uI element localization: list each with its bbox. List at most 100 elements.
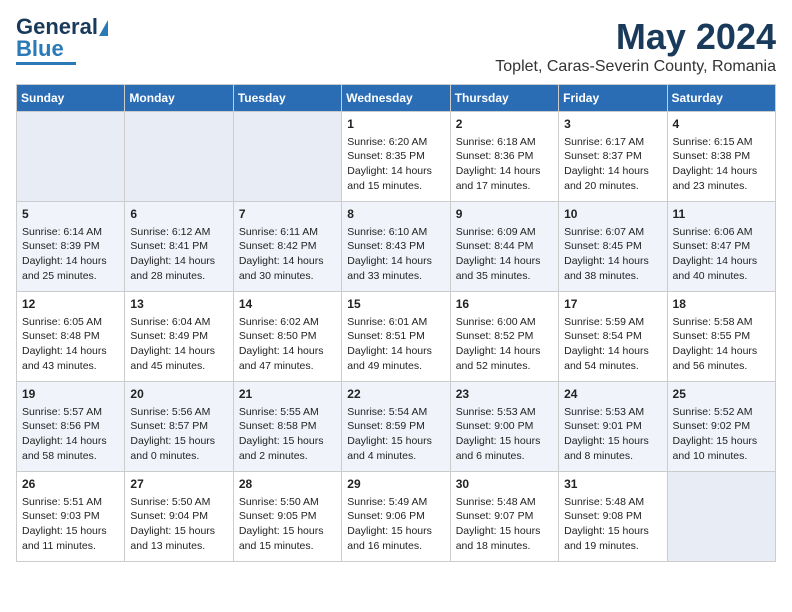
day-number: 22: [347, 386, 444, 403]
day-info: Sunrise: 5:52 AM Sunset: 9:02 PM Dayligh…: [673, 405, 770, 464]
header-day: Wednesday: [342, 85, 450, 112]
calendar-cell: 22Sunrise: 5:54 AM Sunset: 8:59 PM Dayli…: [342, 382, 450, 472]
day-info: Sunrise: 5:56 AM Sunset: 8:57 PM Dayligh…: [130, 405, 227, 464]
day-info: Sunrise: 5:53 AM Sunset: 9:00 PM Dayligh…: [456, 405, 553, 464]
calendar-table: SundayMondayTuesdayWednesdayThursdayFrid…: [16, 84, 776, 562]
calendar-cell: 14 Sunrise: 6:02 AM Sunset: 8:50 PM Dayli…: [233, 292, 341, 382]
day-info: Sunrise: 5:50 AM Sunset: 9:04 PM Dayligh…: [130, 495, 227, 554]
calendar-week: 1 Sunrise: 6:20 AM Sunset: 8:35 PM Daylig…: [17, 112, 776, 202]
day-info: Sunrise: 6:17 AM Sunset: 8:37 PM Dayligh…: [564, 135, 661, 194]
day-info: Sunrise: 5:48 AM Sunset: 9:07 PM Dayligh…: [456, 495, 553, 554]
calendar-header: SundayMondayTuesdayWednesdayThursdayFrid…: [17, 85, 776, 112]
day-info: Sunrise: 6:04 AM Sunset: 8:49 PM Dayligh…: [130, 315, 227, 374]
day-number: 7: [239, 206, 336, 223]
day-info: Sunrise: 6:02 AM Sunset: 8:50 PM Dayligh…: [239, 315, 336, 374]
calendar-cell: 13 Sunrise: 6:04 AM Sunset: 8:49 PM Dayli…: [125, 292, 233, 382]
calendar-cell: 28 Sunrise: 5:50 AM Sunset: 9:05 PM Dayli…: [233, 472, 341, 562]
calendar-cell: 17 Sunrise: 5:59 AM Sunset: 8:54 PM Dayli…: [559, 292, 667, 382]
calendar-cell: 10 Sunrise: 6:07 AM Sunset: 8:45 PM Dayli…: [559, 202, 667, 292]
day-info: Sunrise: 5:49 AM Sunset: 9:06 PM Dayligh…: [347, 495, 444, 554]
subtitle: Toplet, Caras-Severin County, Romania: [495, 58, 776, 76]
day-number: 17: [564, 296, 661, 313]
day-info: Sunrise: 6:14 AM Sunset: 8:39 PM Dayligh…: [22, 225, 119, 284]
logo-underline: [16, 62, 76, 65]
main-title: May 2024: [495, 16, 776, 58]
day-number: 21: [239, 386, 336, 403]
header-day: Tuesday: [233, 85, 341, 112]
calendar-cell: 24 Sunrise: 5:53 AM Sunset: 9:01 PM Dayli…: [559, 382, 667, 472]
day-info: Sunrise: 6:10 AM Sunset: 8:43 PM Dayligh…: [347, 225, 444, 284]
calendar-cell: 25 Sunrise: 5:52 AM Sunset: 9:02 PM Dayli…: [667, 382, 775, 472]
calendar-cell: 11 Sunrise: 6:06 AM Sunset: 8:47 PM Dayli…: [667, 202, 775, 292]
day-info: Sunrise: 6:20 AM Sunset: 8:35 PM Dayligh…: [347, 135, 444, 194]
day-number: 14: [239, 296, 336, 313]
day-number: 5: [22, 206, 119, 223]
calendar-cell: 16 Sunrise: 6:00 AM Sunset: 8:52 PM Dayli…: [450, 292, 558, 382]
calendar-cell: 7Sunrise: 6:11 AM Sunset: 8:42 PM Daylig…: [233, 202, 341, 292]
day-number: 30: [456, 476, 553, 493]
header-day: Thursday: [450, 85, 558, 112]
day-number: 31: [564, 476, 661, 493]
day-info: Sunrise: 6:09 AM Sunset: 8:44 PM Dayligh…: [456, 225, 553, 284]
day-info: Sunrise: 5:48 AM Sunset: 9:08 PM Dayligh…: [564, 495, 661, 554]
day-info: Sunrise: 6:00 AM Sunset: 8:52 PM Dayligh…: [456, 315, 553, 374]
calendar-cell: 18 Sunrise: 5:58 AM Sunset: 8:55 PM Dayli…: [667, 292, 775, 382]
logo-blue-text: Blue: [16, 38, 64, 60]
header-row: SundayMondayTuesdayWednesdayThursdayFrid…: [17, 85, 776, 112]
calendar-body: 1 Sunrise: 6:20 AM Sunset: 8:35 PM Daylig…: [17, 112, 776, 562]
day-number: 13: [130, 296, 227, 313]
calendar-cell: 1 Sunrise: 6:20 AM Sunset: 8:35 PM Daylig…: [342, 112, 450, 202]
calendar-cell: [17, 112, 125, 202]
day-info: Sunrise: 5:53 AM Sunset: 9:01 PM Dayligh…: [564, 405, 661, 464]
day-number: 8: [347, 206, 444, 223]
day-info: Sunrise: 5:50 AM Sunset: 9:05 PM Dayligh…: [239, 495, 336, 554]
calendar-cell: 31 Sunrise: 5:48 AM Sunset: 9:08 PM Dayli…: [559, 472, 667, 562]
calendar-cell: 21Sunrise: 5:55 AM Sunset: 8:58 PM Dayli…: [233, 382, 341, 472]
day-number: 27: [130, 476, 227, 493]
calendar-cell: [125, 112, 233, 202]
calendar-cell: 3 Sunrise: 6:17 AM Sunset: 8:37 PM Daylig…: [559, 112, 667, 202]
day-number: 4: [673, 116, 770, 133]
calendar-cell: 5 Sunrise: 6:14 AM Sunset: 8:39 PM Daylig…: [17, 202, 125, 292]
day-number: 26: [22, 476, 119, 493]
day-number: 1: [347, 116, 444, 133]
day-number: 29: [347, 476, 444, 493]
calendar-cell: 20Sunrise: 5:56 AM Sunset: 8:57 PM Dayli…: [125, 382, 233, 472]
calendar-cell: 23Sunrise: 5:53 AM Sunset: 9:00 PM Dayli…: [450, 382, 558, 472]
day-info: Sunrise: 5:51 AM Sunset: 9:03 PM Dayligh…: [22, 495, 119, 554]
day-info: Sunrise: 6:07 AM Sunset: 8:45 PM Dayligh…: [564, 225, 661, 284]
day-number: 25: [673, 386, 770, 403]
day-number: 16: [456, 296, 553, 313]
day-number: 2: [456, 116, 553, 133]
calendar-cell: 8 Sunrise: 6:10 AM Sunset: 8:43 PM Daylig…: [342, 202, 450, 292]
day-number: 24: [564, 386, 661, 403]
calendar-cell: 12Sunrise: 6:05 AM Sunset: 8:48 PM Dayli…: [17, 292, 125, 382]
day-number: 28: [239, 476, 336, 493]
day-number: 18: [673, 296, 770, 313]
logo-text: General: [16, 16, 108, 38]
day-info: Sunrise: 5:58 AM Sunset: 8:55 PM Dayligh…: [673, 315, 770, 374]
day-number: 10: [564, 206, 661, 223]
day-number: 6: [130, 206, 227, 223]
header-day: Friday: [559, 85, 667, 112]
day-number: 9: [456, 206, 553, 223]
header-day: Sunday: [17, 85, 125, 112]
day-info: Sunrise: 6:06 AM Sunset: 8:47 PM Dayligh…: [673, 225, 770, 284]
day-info: Sunrise: 5:57 AM Sunset: 8:56 PM Dayligh…: [22, 405, 119, 464]
calendar-week: 26 Sunrise: 5:51 AM Sunset: 9:03 PM Dayli…: [17, 472, 776, 562]
calendar-cell: [233, 112, 341, 202]
calendar-cell: 15 Sunrise: 6:01 AM Sunset: 8:51 PM Dayli…: [342, 292, 450, 382]
calendar-week: 5 Sunrise: 6:14 AM Sunset: 8:39 PM Daylig…: [17, 202, 776, 292]
calendar-cell: 4Sunrise: 6:15 AM Sunset: 8:38 PM Daylig…: [667, 112, 775, 202]
calendar-cell: 6 Sunrise: 6:12 AM Sunset: 8:41 PM Daylig…: [125, 202, 233, 292]
day-number: 15: [347, 296, 444, 313]
day-number: 3: [564, 116, 661, 133]
day-info: Sunrise: 6:12 AM Sunset: 8:41 PM Dayligh…: [130, 225, 227, 284]
calendar-week: 12Sunrise: 6:05 AM Sunset: 8:48 PM Dayli…: [17, 292, 776, 382]
day-info: Sunrise: 5:59 AM Sunset: 8:54 PM Dayligh…: [564, 315, 661, 374]
day-number: 11: [673, 206, 770, 223]
header-day: Saturday: [667, 85, 775, 112]
day-info: Sunrise: 6:18 AM Sunset: 8:36 PM Dayligh…: [456, 135, 553, 194]
day-info: Sunrise: 6:01 AM Sunset: 8:51 PM Dayligh…: [347, 315, 444, 374]
calendar-cell: 29 Sunrise: 5:49 AM Sunset: 9:06 PM Dayli…: [342, 472, 450, 562]
